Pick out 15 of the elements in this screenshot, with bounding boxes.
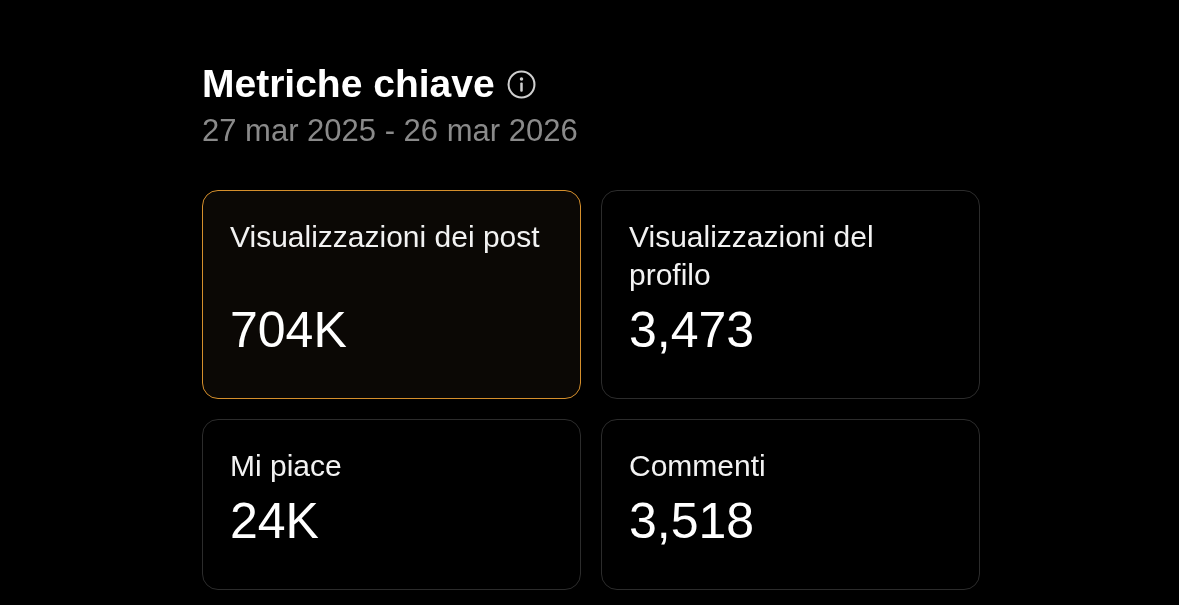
info-icon[interactable] <box>506 69 536 99</box>
metric-value: 3,473 <box>629 301 755 360</box>
metric-value: 24K <box>230 492 319 551</box>
metric-label: Mi piace <box>230 448 342 484</box>
metric-card[interactable]: Mi piace 24K <box>202 419 581 590</box>
metric-label: Commenti <box>629 448 766 484</box>
metric-label: Visualizzazioni del profilo <box>629 219 875 293</box>
date-range: 27 mar 2025 - 26 mar 2026 <box>202 113 578 149</box>
section-title: Metriche chiave <box>202 62 495 106</box>
metric-value: 704K <box>230 301 347 360</box>
metric-value: 3,518 <box>629 492 755 551</box>
metric-card[interactable]: Commenti 3,518 <box>601 419 980 590</box>
metric-label: Visualizzazioni dei post <box>230 219 540 255</box>
metric-card[interactable]: Visualizzazioni dei post 704K <box>202 190 581 399</box>
metric-card[interactable]: Visualizzazioni del profilo 3,473 <box>601 190 980 399</box>
